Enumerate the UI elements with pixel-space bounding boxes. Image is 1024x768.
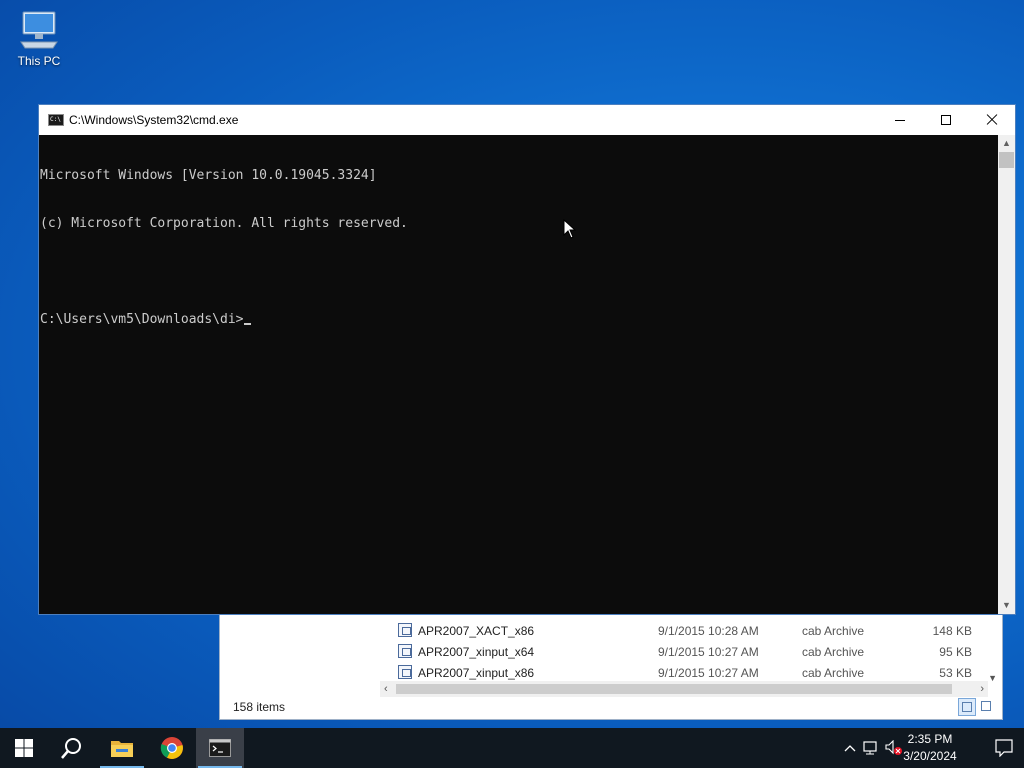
scroll-up-icon[interactable]: ▲ [998,135,1015,152]
search-icon [61,738,81,759]
horizontal-scroll-thumb[interactable] [396,684,952,694]
start-button[interactable] [0,728,48,768]
file-list-vertical-scrollbar[interactable]: ▼ [984,621,1002,683]
cab-file-icon [398,623,412,637]
file-name: APR2007_xinput_x86 [418,666,535,680]
console-output[interactable]: Microsoft Windows [Version 10.0.19045.33… [39,135,998,614]
taskbar-command-prompt[interactable] [196,728,244,768]
text-cursor [243,323,251,325]
chrome-icon [160,737,183,759]
file-date: 9/1/2015 10:28 AM [658,624,759,638]
command-prompt-icon [209,739,231,757]
file-date: 9/1/2015 10:27 AM [658,666,759,680]
file-explorer-window[interactable]: APR2007_XACT_x86 9/1/2015 10:28 AM cab A… [219,612,1003,720]
chevron-down-icon[interactable]: ▼ [988,673,997,683]
details-view-button[interactable] [958,698,976,716]
system-tray: 2:35 PM 3/20/2024 [834,728,1024,768]
console-vertical-scrollbar[interactable]: ▲ ▼ [998,135,1015,614]
this-pc-icon [20,11,58,49]
minimize-icon [895,119,905,121]
item-count: 158 items [233,700,286,714]
cab-file-icon [398,665,412,679]
network-icon [863,741,877,755]
file-row[interactable]: APR2007_xinput_x64 9/1/2015 10:27 AM cab… [380,642,982,663]
maximize-button[interactable] [923,105,969,135]
desktop-icon-label: This PC [17,54,61,68]
taskbar-file-explorer[interactable] [98,728,146,768]
file-name: APR2007_xinput_x64 [418,645,535,659]
large-icons-view-icon [981,701,991,711]
taskbar-clock[interactable]: 2:35 PM 3/20/2024 [896,731,964,765]
file-type: cab Archive [802,666,865,680]
cab-file-icon [398,644,412,658]
clock-time: 2:35 PM [907,732,953,746]
file-size: 95 KB [939,645,972,659]
desktop-icon-this-pc[interactable]: This PC [12,8,66,74]
file-size: 53 KB [939,666,972,680]
minimize-button[interactable] [877,105,923,135]
scroll-down-icon[interactable]: ▼ [998,597,1015,614]
notification-icon [995,739,1013,757]
windows-start-icon [15,739,33,757]
action-center-button[interactable] [994,738,1014,758]
scroll-thumb[interactable] [999,152,1014,168]
file-name: APR2007_XACT_x86 [418,624,535,638]
window-title: C:\Windows\System32\cmd.exe [69,113,239,127]
file-size: 148 KB [932,624,972,638]
cmd-app-icon[interactable]: C:\ [48,114,64,126]
network-button[interactable] [862,738,882,758]
command-prompt-window[interactable]: C:\ C:\Windows\System32\cmd.exe Microsof… [38,104,1016,615]
console-line: Microsoft Windows [Version 10.0.19045.33… [40,168,377,183]
file-type: cab Archive [802,645,865,659]
file-list[interactable]: APR2007_XACT_x86 9/1/2015 10:28 AM cab A… [380,621,982,684]
large-icons-view-button[interactable] [978,698,996,716]
maximize-icon [941,115,951,125]
command-prompt: C:\Users\vm5\Downloads\di> [40,312,244,327]
show-hidden-icons-button[interactable] [840,738,860,758]
navigation-pane[interactable] [220,613,380,697]
close-icon [986,114,998,126]
chevron-up-icon [844,745,856,752]
search-button[interactable] [48,728,96,768]
taskbar: 2:35 PM 3/20/2024 [0,728,1024,768]
title-bar[interactable]: C:\ C:\Windows\System32\cmd.exe [39,105,1015,135]
file-type: cab Archive [802,624,865,638]
console-line: (c) Microsoft Corporation. All rights re… [40,216,408,231]
prompt-line[interactable]: C:\Users\vm5\Downloads\di> [40,312,998,328]
file-date: 9/1/2015 10:27 AM [658,645,759,659]
status-bar: 158 items [220,695,1002,719]
details-view-icon [962,702,972,712]
close-button[interactable] [969,105,1015,135]
file-explorer-icon [111,741,133,757]
taskbar-chrome[interactable] [148,728,196,768]
clock-date: 3/20/2024 [903,749,957,763]
file-row[interactable]: APR2007_XACT_x86 9/1/2015 10:28 AM cab A… [380,621,982,642]
mouse-pointer-icon [563,219,577,239]
